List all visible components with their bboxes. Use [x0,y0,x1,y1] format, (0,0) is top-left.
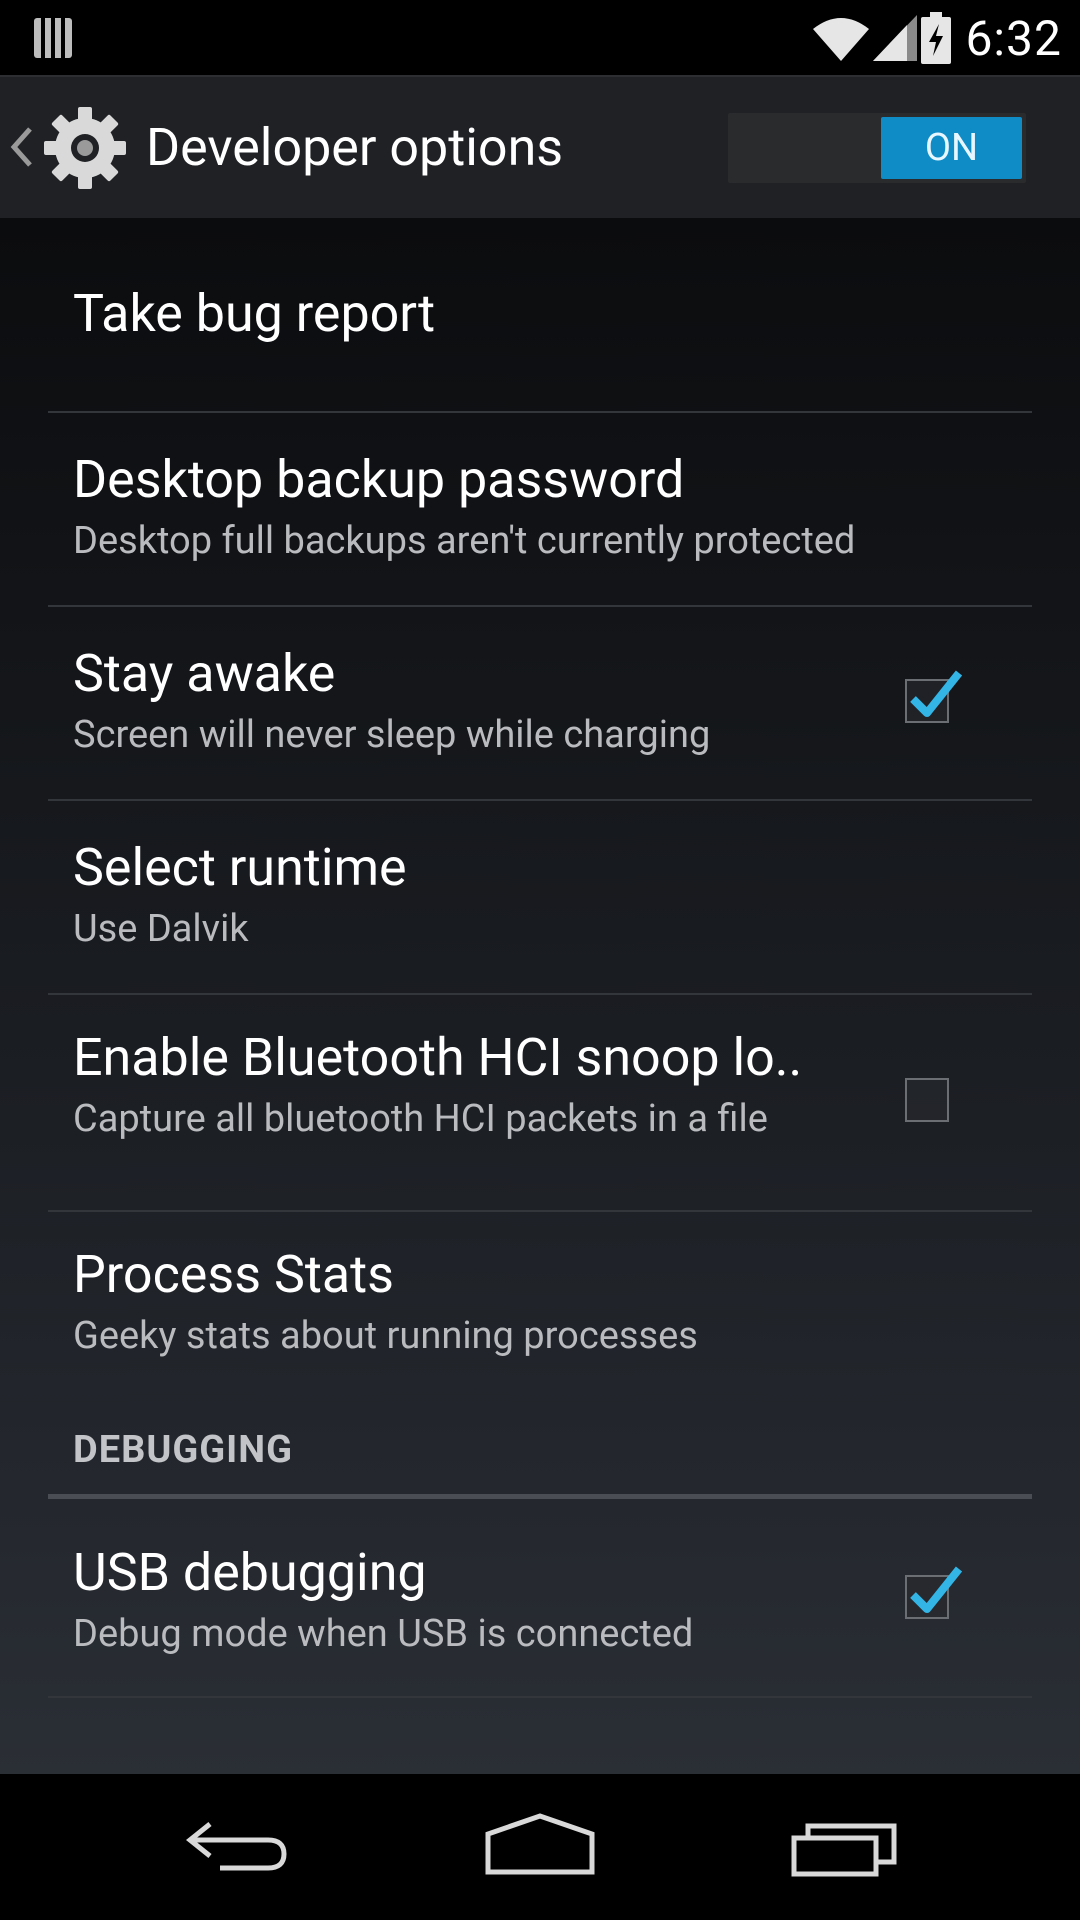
list-item-bluetooth-hci-snoop[interactable]: Enable Bluetooth HCI snoop lo.. Capture … [48,995,1032,1211]
divider [48,1696,1032,1698]
action-bar: Developer options ON [0,75,1080,218]
list-item-desktop-backup-password[interactable]: Desktop backup password Desktop full bac… [48,413,1032,606]
item-title: Select runtime [73,837,407,898]
item-subtitle: Screen will never sleep while charging [73,713,711,757]
clock: 6:32 [965,9,1062,67]
item-subtitle: Debug mode when USB is connected [73,1612,694,1656]
item-title: Take bug report [73,283,436,344]
list-item-stay-awake[interactable]: Stay awake Screen will never sleep while… [48,607,1032,800]
item-title: Process Stats [73,1244,394,1305]
status-bar: 6:32 [0,0,1080,75]
battery-charging-icon [921,12,952,64]
item-title: USB debugging [73,1542,427,1603]
up-chevron-icon[interactable] [8,125,34,169]
wifi-icon [813,18,870,61]
item-title: Desktop backup password [73,449,685,510]
list-item-usb-debugging[interactable]: USB debugging Debug mode when USB is con… [48,1500,1032,1692]
navigation-bar [0,1774,1080,1920]
stay-awake-checkbox[interactable] [905,670,963,723]
home-icon[interactable] [480,1804,600,1884]
list-item-take-bug-report[interactable]: Take bug report [48,218,1032,412]
back-icon[interactable] [180,1804,300,1884]
item-title: Enable Bluetooth HCI snoop lo.. [73,1027,803,1088]
recents-icon[interactable] [786,1804,906,1884]
page-title: Developer options [146,117,564,178]
list-item-select-runtime[interactable]: Select runtime Use Dalvik [48,801,1032,994]
item-subtitle: Use Dalvik [73,907,249,951]
settings-list[interactable]: Take bug report Desktop backup password … [0,218,1080,1774]
item-subtitle: Capture all bluetooth HCI packets in a f… [73,1097,768,1141]
bluetooth-hci-snoop-checkbox[interactable] [905,1078,949,1122]
category-header-debugging: DEBUGGING [73,1428,294,1472]
signal-icon [873,15,918,61]
item-title: Stay awake [73,643,336,704]
settings-gear-icon[interactable] [40,103,130,193]
list-item-process-stats[interactable]: Process Stats Geeky stats about running … [48,1212,1032,1382]
usb-debugging-checkbox[interactable] [905,1566,963,1619]
developer-options-switch[interactable]: ON [728,113,1026,183]
category-divider [48,1494,1032,1499]
checkmark-icon [910,670,963,717]
notification-icon [34,14,72,58]
checkmark-icon [910,1566,963,1613]
switch-thumb[interactable]: ON [881,117,1022,179]
item-subtitle: Desktop full backups aren't currently pr… [73,519,856,563]
item-subtitle: Geeky stats about running processes [73,1314,698,1358]
